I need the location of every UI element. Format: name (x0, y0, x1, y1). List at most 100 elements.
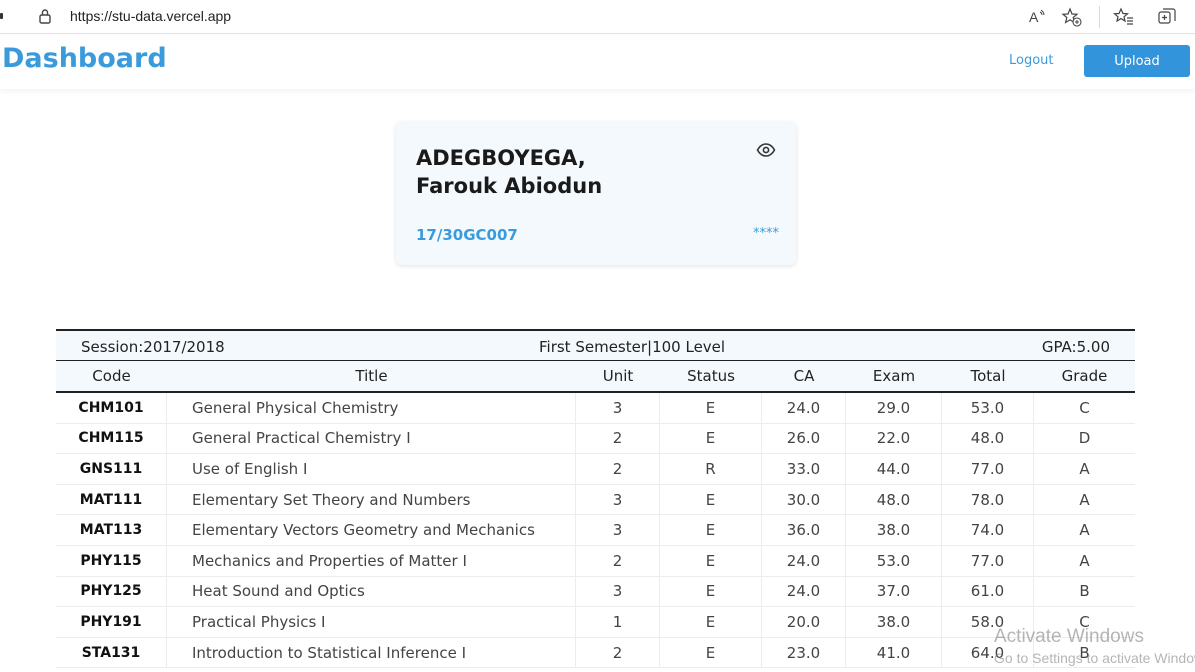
cell-code: PHY115 (56, 545, 167, 576)
cell-exam: 22.0 (846, 423, 942, 454)
session-summary-row: Session:2017/2018 First Semester|100 Lev… (56, 329, 1135, 361)
cell-grade: C (1079, 398, 1090, 417)
column-header-grade: Grade (1061, 367, 1108, 385)
toolbar-separator (1099, 6, 1100, 28)
cell-status: E (660, 393, 762, 423)
cell-status: E (660, 515, 762, 545)
cell-exam: 44.0 (846, 454, 942, 484)
cell-code: STA131 (56, 637, 167, 668)
column-header-total: Total (970, 367, 1006, 385)
cell-status: E (660, 484, 762, 515)
column-header-title: Title (355, 367, 388, 385)
lock-icon[interactable] (38, 7, 52, 25)
cell-code: CHM115 (56, 423, 167, 454)
add-favorite-icon[interactable] (1061, 6, 1083, 28)
cell-code: MAT111 (56, 484, 167, 515)
cell-title: General Physical Chemistry (167, 393, 576, 423)
cell-title: Introduction to Statistical Inference I (167, 637, 576, 668)
cell-total: 48.0 (942, 423, 1034, 454)
logout-link[interactable]: Logout (1009, 53, 1054, 68)
column-header-code: Code (92, 367, 131, 385)
cell-title: General Practical Chemistry I (167, 423, 576, 454)
upload-button[interactable]: Upload (1084, 45, 1190, 77)
cell-code: CHM101 (56, 393, 167, 423)
page-title: Dashboard (2, 43, 167, 74)
svg-text:A: A (1029, 9, 1039, 25)
cell-unit: 2 (576, 637, 660, 668)
table-row: CHM101 General Physical Chemistry 3 E 24… (56, 393, 1135, 424)
cell-code: PHY125 (56, 576, 167, 607)
cell-code: GNS111 (56, 454, 167, 484)
column-header-status: Status (687, 367, 735, 385)
activation-watermark-title: Activate Windows (994, 626, 1144, 647)
app-header: Dashboard Logout Upload (0, 35, 1195, 89)
cell-ca: 36.0 (762, 515, 846, 545)
cell-unit: 2 (576, 454, 660, 484)
cell-exam: 41.0 (846, 637, 942, 668)
cell-ca: 24.0 (762, 545, 846, 576)
results-table: Session:2017/2018 First Semester|100 Lev… (56, 329, 1135, 669)
cell-exam: 37.0 (846, 576, 942, 607)
activation-watermark-hint: Go to Settings to activate Windows. (994, 650, 1195, 666)
cell-grade: A (1079, 490, 1090, 509)
cell-code: PHY191 (56, 607, 167, 637)
cell-title: Practical Physics I (167, 607, 576, 637)
cell-ca: 23.0 (762, 637, 846, 668)
table-row: PHY125 Heat Sound and Optics 3 E 24.0 37… (56, 576, 1135, 608)
address-bar-url[interactable]: https://stu-data.vercel.app (70, 8, 231, 24)
cell-title: Use of English I (167, 454, 576, 484)
cell-title: Heat Sound and Optics (167, 576, 576, 607)
cell-ca: 24.0 (762, 393, 846, 423)
browser-toolbar: https://stu-data.vercel.app A (0, 0, 1195, 34)
cell-ca: 33.0 (762, 454, 846, 484)
cell-ca: 20.0 (762, 607, 846, 637)
cell-total: 53.0 (942, 393, 1034, 423)
table-row: MAT113 Elementary Vectors Geometry and M… (56, 515, 1135, 546)
cell-code: MAT113 (56, 515, 167, 545)
favorites-icon[interactable] (1112, 6, 1135, 28)
student-given-names: Farouk Abiodun (416, 174, 603, 198)
column-header-exam: Exam (872, 367, 916, 385)
matric-number: 17/30GC007 (416, 226, 518, 244)
cell-exam: 48.0 (846, 484, 942, 515)
eye-icon[interactable] (756, 142, 776, 158)
cell-grade: A (1079, 551, 1090, 570)
cell-unit: 3 (576, 484, 660, 515)
cell-grade: A (1079, 521, 1090, 540)
column-header-unit: Unit (602, 367, 634, 385)
table-row: CHM115 General Practical Chemistry I 2 E… (56, 423, 1135, 455)
cell-total: 61.0 (942, 576, 1034, 607)
cell-unit: 2 (576, 423, 660, 454)
cell-title: Mechanics and Properties of Matter I (167, 545, 576, 576)
gpa-label: GPA:5.00 (1041, 338, 1110, 356)
cell-grade: A (1079, 459, 1090, 478)
cell-total: 74.0 (942, 515, 1034, 545)
cell-unit: 2 (576, 545, 660, 576)
masked-value: **** (753, 226, 779, 241)
cell-status: E (660, 423, 762, 454)
semester-level-label: First Semester|100 Level (539, 338, 726, 356)
cell-total: 77.0 (942, 545, 1034, 576)
cell-ca: 26.0 (762, 423, 846, 454)
cell-unit: 3 (576, 393, 660, 423)
read-aloud-icon[interactable]: A (1026, 6, 1048, 28)
collections-icon[interactable] (1156, 6, 1178, 28)
table-row: GNS111 Use of English I 2 R 33.0 44.0 77… (56, 454, 1135, 485)
table-row: PHY115 Mechanics and Properties of Matte… (56, 545, 1135, 577)
cell-status: E (660, 637, 762, 668)
cell-ca: 24.0 (762, 576, 846, 607)
cell-ca: 30.0 (762, 484, 846, 515)
session-label: Session:2017/2018 (81, 338, 225, 356)
cell-grade: B (1079, 582, 1090, 601)
cell-total: 77.0 (942, 454, 1034, 484)
cell-exam: 53.0 (846, 545, 942, 576)
cell-title: Elementary Vectors Geometry and Mechanic… (167, 515, 576, 545)
cell-title: Elementary Set Theory and Numbers (167, 484, 576, 515)
table-row: STA131 Introduction to Statistical Infer… (56, 637, 1135, 669)
cell-total: 78.0 (942, 484, 1034, 515)
student-card: ADEGBOYEGA, Farouk Abiodun 17/30GC007 **… (396, 122, 796, 265)
table-row: MAT111 Elementary Set Theory and Numbers… (56, 484, 1135, 516)
student-surname: ADEGBOYEGA, (416, 146, 586, 170)
cell-unit: 3 (576, 576, 660, 607)
cell-status: E (660, 576, 762, 607)
